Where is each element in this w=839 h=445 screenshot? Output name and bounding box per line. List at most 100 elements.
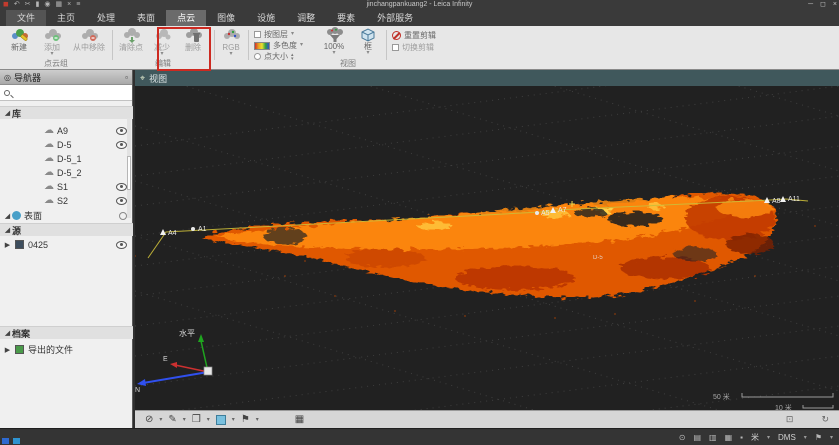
- tree-item-d5-2[interactable]: ☁ D-5_2: [0, 166, 133, 179]
- tree-expanded-icon[interactable]: ◢: [3, 109, 12, 117]
- viewport-3d: ⌖ 视图: [135, 70, 839, 428]
- tab-pointcloud[interactable]: 点云: [166, 10, 206, 26]
- minimize-button[interactable]: ─: [808, 0, 813, 10]
- grid-toggle-icon[interactable]: ▦: [295, 414, 304, 425]
- tree-expanded-icon[interactable]: ◢: [3, 226, 12, 234]
- tab-imaging[interactable]: 图像: [206, 10, 246, 26]
- axis-up-label: 水平: [179, 328, 195, 338]
- pointcloud-canvas[interactable]: A4 A1 A5 A7 A8 A11 D-5 水平 E N: [135, 86, 839, 410]
- reduce-cloud-icon: [151, 27, 173, 43]
- status-save-icon[interactable]: ▥: [709, 433, 717, 442]
- tab-infrastructure[interactable]: 设施: [246, 10, 286, 26]
- tree-group-surfaces[interactable]: ◢ 表面: [0, 209, 133, 222]
- chevron-down-icon[interactable]: ▾: [207, 416, 210, 423]
- selection-rect-icon[interactable]: ❒: [192, 414, 201, 425]
- label-a5: A5: [541, 210, 550, 217]
- multicolor-option[interactable]: 多色度 ▾: [254, 40, 303, 51]
- tab-adjustment[interactable]: 调整: [286, 10, 326, 26]
- reset-clip-button[interactable]: 重置剪辑: [392, 30, 436, 41]
- tab-features[interactable]: 要素: [326, 10, 366, 26]
- new-cloud-icon: [8, 27, 30, 43]
- title-bar: ◼ ↶ ✂ ▮ ◉ ▦ × ≡ jinchangpankuang2 - Leic…: [0, 0, 839, 10]
- flag-tool-icon[interactable]: ⚑: [241, 414, 250, 425]
- chevron-down-icon[interactable]: ▾: [830, 434, 833, 441]
- status-bar: ⊙ ▤ ▥ ▦ ▪ 米 ▾ DMS ▾ ⚑ ▾: [0, 428, 839, 445]
- tab-processing[interactable]: 处理: [86, 10, 126, 26]
- status-doc-icon[interactable]: ▤: [693, 433, 701, 442]
- sync-circle-icon[interactable]: [119, 212, 127, 220]
- tree-item-a9[interactable]: ☁ A9: [0, 124, 133, 137]
- tree-scrollbar[interactable]: [127, 118, 131, 218]
- tree-item-d5[interactable]: ☁ D-5: [0, 138, 133, 151]
- chevron-down-icon[interactable]: ▾: [232, 416, 235, 423]
- navigator-title: 导航器: [14, 71, 122, 84]
- by-layer-checkbox[interactable]: [254, 31, 261, 38]
- tree-expanded-icon[interactable]: ◢: [3, 329, 12, 337]
- status-flag-icon[interactable]: ⚑: [815, 433, 822, 442]
- pointcloud-icon: ☁: [44, 196, 54, 206]
- measure-icon[interactable]: ✎: [168, 414, 176, 425]
- status-grid-icon[interactable]: ▦: [725, 433, 733, 442]
- chevron-down-icon[interactable]: ▾: [256, 416, 259, 423]
- distance-unit[interactable]: 米: [751, 432, 759, 443]
- visibility-eye-icon[interactable]: [116, 183, 127, 191]
- tab-external-services[interactable]: 外部服务: [366, 10, 424, 26]
- tree-expanded-icon[interactable]: ◢: [3, 212, 12, 220]
- chevron-down-icon: ▾: [318, 51, 350, 56]
- tree-item-s1[interactable]: ☁ S1: [0, 180, 133, 193]
- chevron-down-icon: ▾: [149, 52, 175, 57]
- toggle-clip-option[interactable]: 切换剪辑: [392, 42, 434, 53]
- reset-clip-icon: [392, 31, 401, 40]
- angle-unit[interactable]: DMS: [778, 433, 796, 442]
- chevron-down-icon[interactable]: ▾: [183, 416, 186, 423]
- tab-file[interactable]: 文件: [6, 10, 46, 26]
- refresh-icon[interactable]: ↻: [821, 414, 829, 425]
- chevron-down-icon[interactable]: ▾: [804, 434, 807, 441]
- tab-home[interactable]: 主页: [46, 10, 86, 26]
- cube-view-icon[interactable]: [216, 415, 226, 425]
- chevron-down-icon[interactable]: ▾: [159, 416, 162, 423]
- status-settings-icon[interactable]: ⊙: [679, 433, 686, 442]
- search-input[interactable]: [14, 87, 128, 99]
- delete-cloud-icon: [182, 27, 204, 43]
- frame-icon[interactable]: ⊡: [786, 414, 794, 425]
- box-3d-icon: [359, 27, 377, 42]
- tree-item-s2[interactable]: ☁ S2: [0, 194, 133, 207]
- visibility-eye-icon[interactable]: [116, 141, 127, 149]
- tab-surfaces[interactable]: 表面: [126, 10, 166, 26]
- tree-group-archive[interactable]: ◢ 档案: [0, 326, 133, 339]
- rgb-cloud-icon: [220, 27, 242, 43]
- tree-collapsed-icon[interactable]: ▶: [3, 241, 12, 249]
- taskbar-app-icon[interactable]: [13, 438, 20, 444]
- chevron-down-icon: ▾: [38, 52, 66, 57]
- tree-group-source[interactable]: ◢ 源: [0, 223, 133, 236]
- visibility-eye-icon[interactable]: [116, 127, 127, 135]
- toggle-clip-checkbox[interactable]: [392, 44, 399, 51]
- ribbon-separator: [214, 30, 215, 60]
- scrollbar-thumb[interactable]: [127, 156, 131, 190]
- visibility-eye-icon[interactable]: [116, 197, 127, 205]
- pin-icon[interactable]: ▫: [125, 73, 128, 82]
- tree-item-d5-1[interactable]: ☁ D-5_1: [0, 152, 133, 165]
- maximize-button[interactable]: ◻: [820, 0, 826, 10]
- tree-item-exported-files[interactable]: ▶ 导出的文件: [0, 343, 133, 356]
- orbit-icon[interactable]: ⊘: [145, 414, 153, 425]
- remove-cloud-icon: [78, 27, 100, 43]
- axis-east-label: E: [163, 356, 168, 363]
- pointcloud-icon: ☁: [44, 168, 54, 178]
- chevron-down-icon: ▾: [356, 51, 380, 56]
- close-button[interactable]: ×: [833, 0, 837, 10]
- chevron-down-icon[interactable]: ▾: [767, 434, 770, 441]
- by-layer-option[interactable]: 按图层 ▾: [254, 29, 294, 40]
- rainbow-gradient-icon: [254, 42, 270, 50]
- visibility-eye-icon[interactable]: [116, 241, 127, 249]
- tree-group-library[interactable]: ◢ 库: [0, 106, 133, 119]
- scale-10m-label: 10 米: [775, 403, 792, 410]
- rgb-coloring-button[interactable]: RGB ▾: [216, 27, 246, 67]
- add-cloud-icon: [41, 27, 63, 43]
- status-box-icon[interactable]: ▪: [740, 433, 743, 442]
- taskbar-app-icon[interactable]: [2, 438, 9, 444]
- tree-collapsed-icon[interactable]: ▶: [3, 346, 12, 354]
- tree-item-0425[interactable]: ▶ 0425: [0, 238, 133, 251]
- search-icon: [4, 90, 10, 96]
